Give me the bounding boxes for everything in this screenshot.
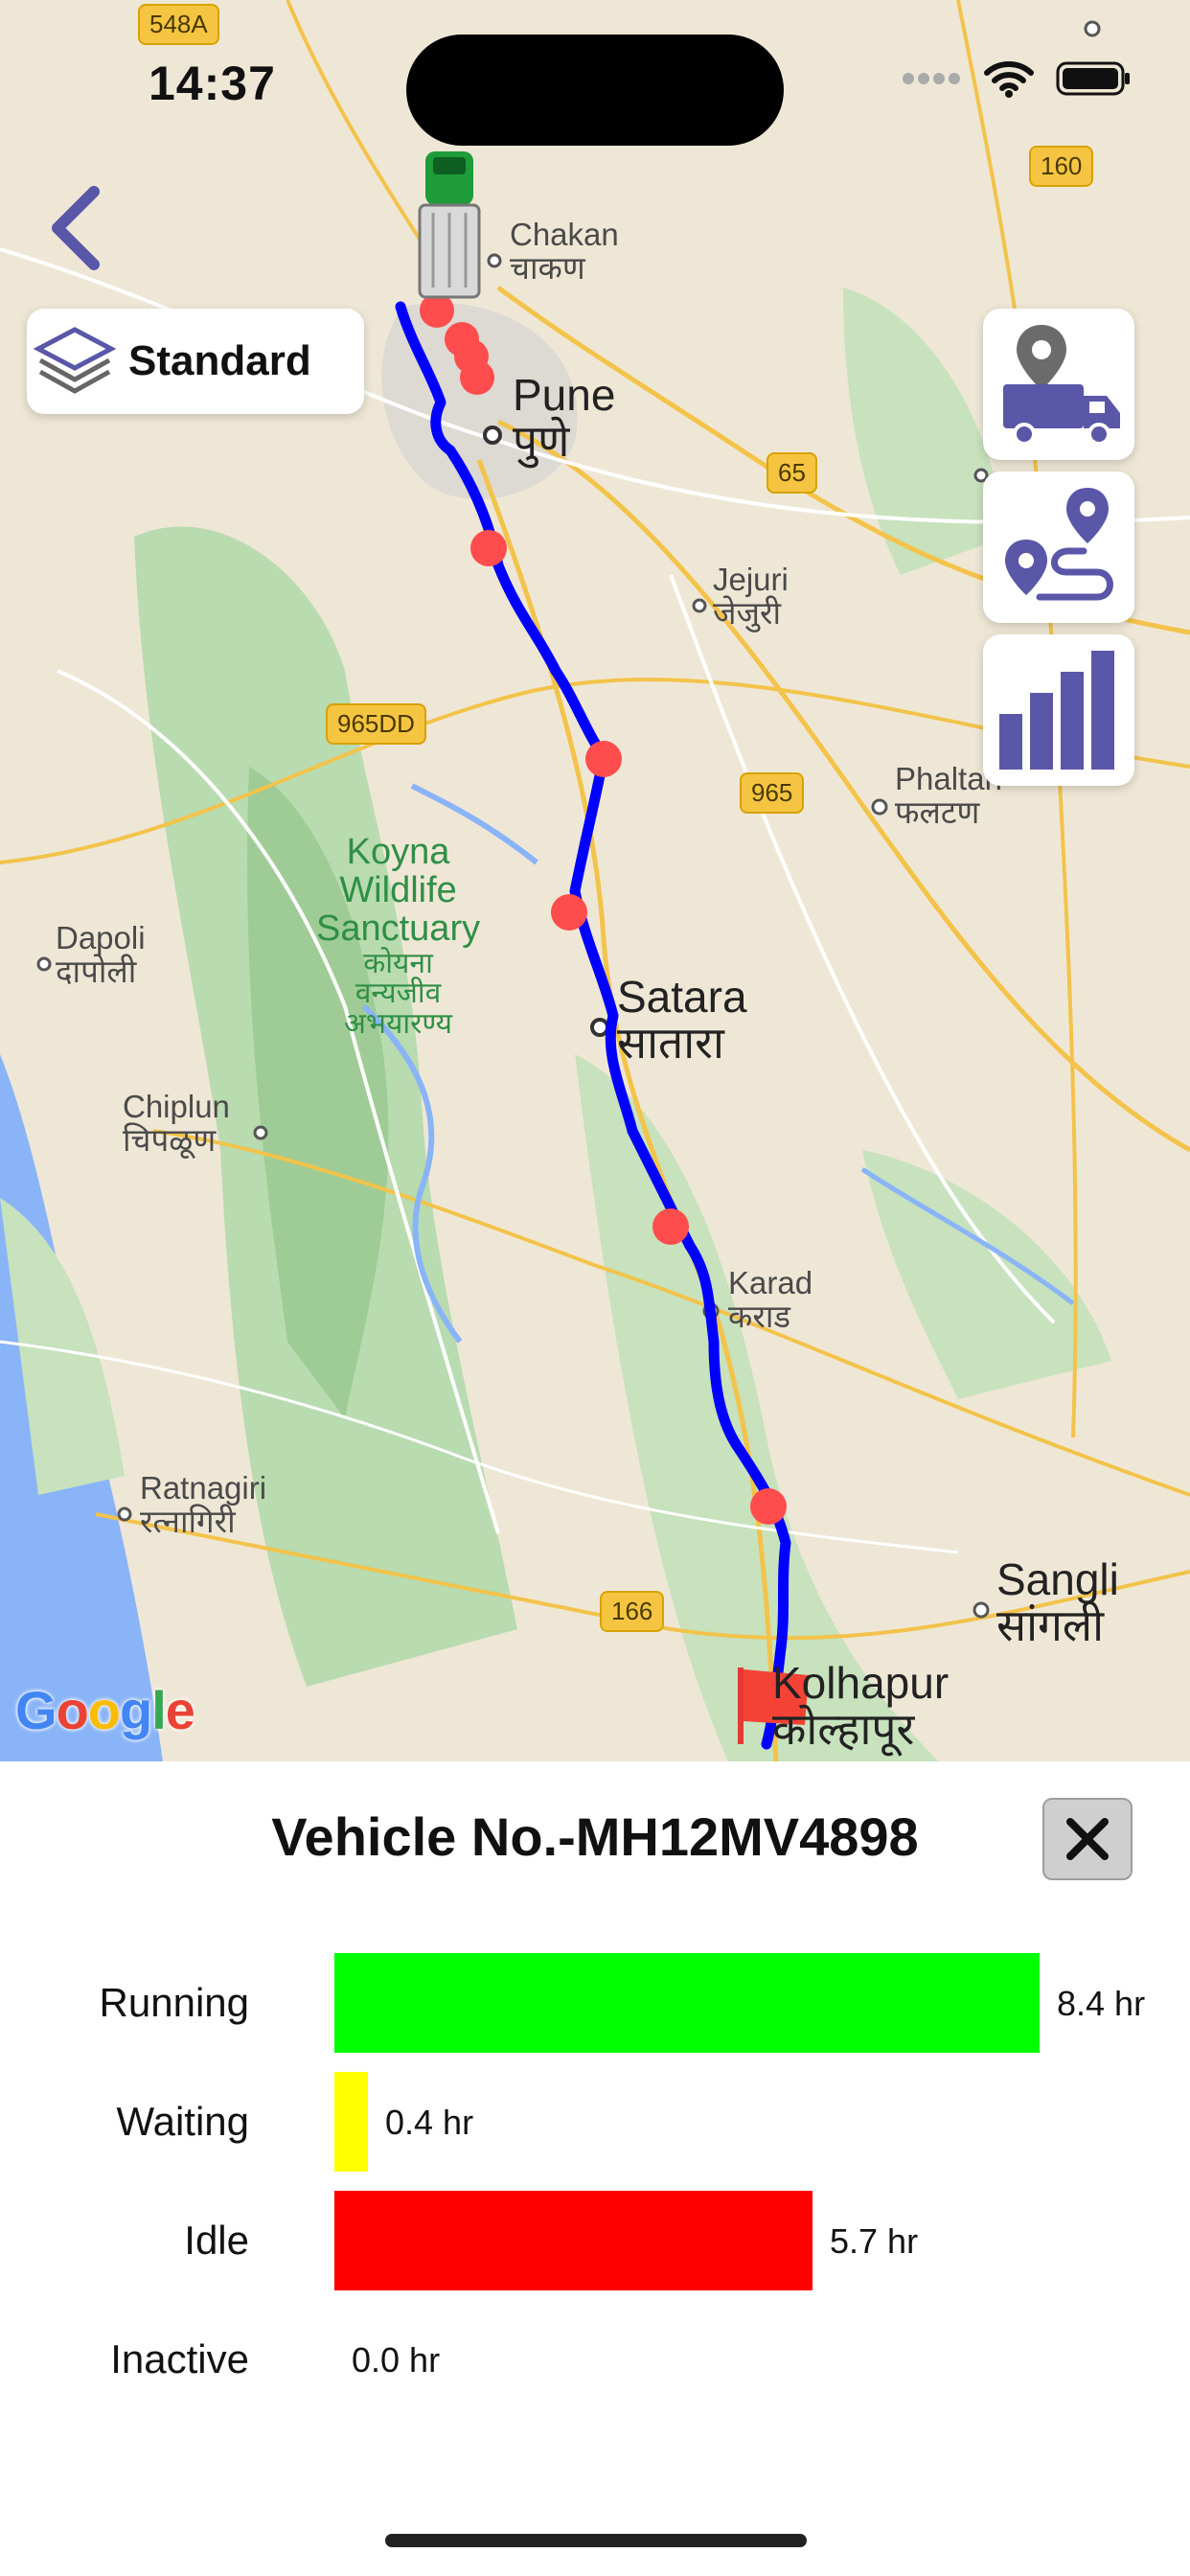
google-logo-letter: G xyxy=(15,1680,57,1740)
dynamic-island xyxy=(406,34,784,146)
place-label: Sangli सांगली xyxy=(996,1556,1119,1649)
map-view[interactable]: Chakan चाकण Pune पुणे Jejuri जेजुरी Phaltan फलट… xyxy=(0,0,1190,1761)
google-logo-letter: e xyxy=(165,1680,195,1740)
place-label: Chiplun चिपळूण xyxy=(123,1089,230,1159)
layers-icon xyxy=(33,327,117,394)
place-label: Satara सातारा xyxy=(617,974,747,1067)
back-button[interactable] xyxy=(34,180,121,276)
place-name-marathi: सांगली xyxy=(996,1599,1105,1652)
status-value: 0.4 hr xyxy=(385,2103,474,2142)
stop-marker xyxy=(460,360,494,395)
status-label: Inactive xyxy=(110,2336,249,2381)
status-label: Waiting xyxy=(116,2099,250,2144)
place-name-marathi: फलटण xyxy=(895,793,980,831)
place-name-marathi: कराड xyxy=(728,1297,791,1335)
park-name-line2: Wildlife xyxy=(339,869,457,910)
google-logo-letter: o xyxy=(87,1680,121,1740)
place-name: Dapoli xyxy=(56,920,146,955)
place-name-marathi: रत्नागिरी xyxy=(140,1502,236,1540)
place-name: Kolhapur xyxy=(772,1658,950,1708)
status-bar xyxy=(334,2072,368,2172)
place-name-marathi: सातारा xyxy=(617,1017,724,1070)
status-value: 8.4 hr xyxy=(1057,1984,1146,2023)
stop-marker xyxy=(652,1208,689,1245)
place-name: Karad xyxy=(728,1265,813,1300)
place-name: Ratnagiri xyxy=(140,1470,267,1506)
place-label: Chakan चाकण xyxy=(510,218,619,285)
road-shield: 965 xyxy=(740,772,805,814)
close-button[interactable] xyxy=(1042,1798,1133,1880)
status-bar xyxy=(334,2191,812,2290)
stop-marker xyxy=(585,741,622,777)
google-logo: Google xyxy=(15,1679,195,1741)
place-name: Satara xyxy=(617,972,747,1022)
status-label: Idle xyxy=(184,2218,249,2263)
close-icon xyxy=(1066,1818,1109,1860)
bar-chart-icon xyxy=(999,651,1114,770)
park-name-mr3: अभयारण्य xyxy=(343,1006,453,1041)
place-name-marathi: दापोली xyxy=(56,952,137,990)
place-name-marathi: जेजुरी xyxy=(713,593,782,632)
status-label: Running xyxy=(99,1980,249,2025)
place-label: Jejuri जेजुरी xyxy=(713,562,789,632)
place-name: Chiplun xyxy=(123,1089,230,1124)
battery-icon xyxy=(1056,59,1133,103)
road-shield: 65 xyxy=(767,452,817,494)
park-name-mr2: वन्यजीव xyxy=(355,977,442,1011)
stop-marker xyxy=(551,894,587,931)
park-name-line1: Koyna xyxy=(346,832,450,872)
google-logo-letter: o xyxy=(56,1680,89,1740)
route-button[interactable] xyxy=(983,472,1134,623)
status-value: 0.0 hr xyxy=(352,2340,441,2380)
road-shield: 160 xyxy=(1029,146,1094,187)
status-value: 5.7 hr xyxy=(830,2221,919,2261)
truck-location-icon xyxy=(1003,325,1120,446)
place-label: Karad कराड xyxy=(728,1265,813,1335)
road-shield: 166 xyxy=(600,1591,665,1632)
home-indicator[interactable] xyxy=(385,2534,807,2547)
route-icon xyxy=(1005,488,1113,601)
status-time: 14:37 xyxy=(149,57,276,110)
wifi-icon xyxy=(983,59,1035,103)
place-name: Chakan xyxy=(510,217,619,252)
vehicle-location-button[interactable] xyxy=(983,309,1134,460)
stop-marker xyxy=(470,530,507,566)
place-name-marathi: चिपळूण xyxy=(123,1120,217,1159)
truck-marker-icon xyxy=(418,151,481,299)
google-logo-letter: l xyxy=(151,1680,167,1740)
place-name: Pune xyxy=(513,370,616,420)
status-icons xyxy=(901,59,1133,103)
status-bar xyxy=(334,1953,1040,2053)
park-label: Koyna Wildlife Sanctuary कोयना वन्यजीव अ… xyxy=(316,832,481,1041)
place-label: Pune पुणे xyxy=(513,372,615,465)
place-name-marathi: चाकण xyxy=(510,248,585,287)
stop-marker xyxy=(750,1488,787,1525)
place-label: Dapoli दापोली xyxy=(56,920,146,990)
chevron-left-icon xyxy=(52,186,100,270)
map-type-button[interactable]: Standard xyxy=(27,309,364,414)
place-name-marathi: कोल्हापूर xyxy=(772,1703,915,1756)
place-label: Ratnagiri रत्नागिरी xyxy=(140,1470,267,1540)
map-type-label: Standard xyxy=(128,337,311,384)
google-logo-letter: g xyxy=(120,1680,152,1740)
park-name-line3: Sanctuary xyxy=(316,908,481,949)
place-label: Kolhapur कोल्हापूर xyxy=(772,1660,949,1753)
road-shield: 548A xyxy=(138,4,219,45)
vehicle-title: Vehicle No.-MH12MV4898 xyxy=(271,1806,919,1867)
report-chart-button[interactable] xyxy=(983,634,1134,786)
place-name: Jejuri xyxy=(713,562,789,597)
vehicle-summary-sheet: Vehicle No.-MH12MV4898 Running 8.4 hr Wait… xyxy=(0,1761,1190,2576)
place-name: Sangli xyxy=(996,1554,1119,1604)
signal-dots-icon xyxy=(901,71,962,91)
park-name-mr1: कोयना xyxy=(363,946,433,980)
road-shield: 965DD xyxy=(326,703,426,745)
place-name-marathi: पुणे xyxy=(513,415,570,468)
